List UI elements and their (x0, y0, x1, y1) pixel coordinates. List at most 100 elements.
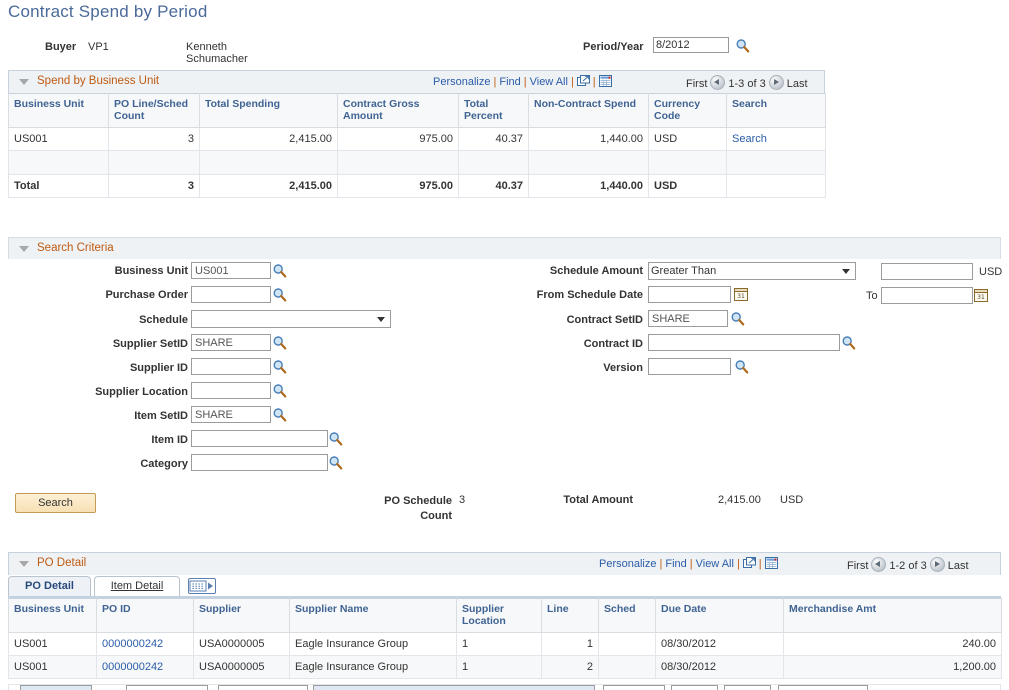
from-schedule-date-input[interactable] (648, 286, 731, 303)
schedule-select-wrap (191, 310, 391, 328)
item-setid-lookup-icon[interactable] (272, 407, 287, 422)
schedule-amount-operator-select[interactable]: Greater Than (648, 262, 856, 280)
new-window-icon[interactable] (743, 557, 756, 568)
po-detail-table: Business Unit PO ID Supplier Supplier Na… (8, 598, 1002, 679)
supplier-setid-lookup-icon[interactable] (272, 335, 287, 350)
contract-spend-by-period-page: Contract Spend by Period Buyer VP1 Kenne… (0, 0, 1009, 690)
grid-icon[interactable] (765, 557, 778, 569)
triangle-down-icon[interactable] (19, 561, 29, 567)
contract-id-lookup-icon[interactable] (841, 335, 856, 350)
cell-currency-code: USD (649, 127, 727, 150)
partial-row-field[interactable] (778, 685, 868, 690)
page-title: Contract Spend by Period (8, 2, 207, 22)
new-window-icon[interactable] (577, 75, 590, 86)
purchase-order-input[interactable] (191, 286, 271, 303)
view-all-link[interactable]: View All (696, 558, 734, 570)
personalize-link[interactable]: Personalize (599, 558, 656, 570)
grid-icon[interactable] (599, 75, 612, 87)
cell-supplier-name: Eagle Insurance Group (290, 655, 457, 678)
supplier-id-lookup-icon[interactable] (272, 359, 287, 374)
show-all-columns-icon[interactable] (188, 578, 216, 594)
buyer-name-value: Kenneth Schumacher (186, 41, 248, 65)
last-label[interactable]: Last (787, 78, 808, 90)
calendar-icon[interactable]: 31 (734, 287, 748, 301)
triangle-down-icon[interactable] (19, 246, 29, 252)
table-header-row: Business Unit PO Line/Sched Count Total … (9, 94, 826, 128)
last-label[interactable]: Last (948, 560, 969, 572)
arrow-left-icon[interactable] (871, 557, 886, 572)
contract-id-label: Contract ID (468, 338, 643, 350)
search-button[interactable]: Search (15, 493, 96, 513)
cell-po-id[interactable]: 0000000242 (97, 632, 194, 655)
item-setid-input[interactable] (191, 406, 271, 423)
from-schedule-date-label: From Schedule Date (448, 289, 643, 301)
total-po-line-sched-count: 3 (109, 174, 200, 197)
first-label[interactable]: First (847, 560, 868, 572)
partial-row-field[interactable] (218, 685, 308, 690)
tab-item-detail[interactable]: Item Detail (94, 576, 180, 596)
contract-setid-input[interactable] (648, 310, 728, 327)
po-id-link[interactable]: 0000000242 (102, 661, 163, 673)
item-id-lookup-icon[interactable] (328, 431, 343, 446)
supplier-id-input[interactable] (191, 358, 271, 375)
supplier-location-input[interactable] (191, 382, 271, 399)
spend-by-bu-title: Spend by Business Unit (37, 75, 159, 87)
business-unit-input[interactable] (191, 262, 271, 279)
triangle-down-icon[interactable] (19, 79, 29, 85)
partial-row-field[interactable] (724, 685, 771, 690)
cell-due-date: 08/30/2012 (656, 632, 784, 655)
contract-id-input[interactable] (648, 334, 840, 351)
partial-row-field[interactable] (126, 685, 208, 690)
tab-po-detail[interactable]: PO Detail (8, 576, 91, 596)
cell-sched (599, 655, 656, 678)
partial-row-field[interactable] (20, 685, 92, 690)
col-business-unit: Business Unit (9, 94, 109, 128)
version-input[interactable] (648, 358, 731, 375)
business-unit-lookup-icon[interactable] (272, 263, 287, 278)
period-year-lookup-icon[interactable] (735, 38, 750, 53)
cell-business-unit: US001 (9, 632, 97, 655)
po-detail-header: PO Detail Personalize|Find|View All|| Fi… (8, 552, 1001, 575)
col-search: Search (727, 94, 826, 128)
view-all-link[interactable]: View All (530, 76, 568, 88)
cell-business-unit: US001 (9, 127, 109, 150)
find-link[interactable]: Find (665, 558, 686, 570)
total-total-percent: 40.37 (459, 174, 529, 197)
supplier-setid-input[interactable] (191, 334, 271, 351)
cell-po-id[interactable]: 0000000242 (97, 655, 194, 678)
category-input[interactable] (191, 454, 328, 471)
partial-row-field[interactable] (603, 685, 665, 690)
row-search-link[interactable]: Search (732, 133, 767, 145)
calendar-icon[interactable]: 31 (974, 288, 988, 302)
po-detail-panel: PO Detail Personalize|Find|View All|| Fi… (8, 552, 1001, 575)
personalize-link[interactable]: Personalize (433, 76, 490, 88)
partial-row-field[interactable] (313, 685, 595, 690)
total-amount-label: Total Amount (525, 494, 633, 506)
col-due-date: Due Date (656, 599, 784, 633)
period-year-label: Period/Year (583, 41, 644, 53)
cell-search-link[interactable]: Search (727, 127, 826, 150)
schedule-amount-input[interactable] (881, 263, 973, 280)
to-schedule-date-input[interactable] (881, 287, 973, 304)
first-label[interactable]: First (686, 78, 707, 90)
supplier-id-label: Supplier ID (28, 362, 188, 374)
version-lookup-icon[interactable] (734, 359, 749, 374)
cell-contract-gross-amount: 975.00 (338, 127, 459, 150)
col-supplier-name: Supplier Name (290, 599, 457, 633)
contract-setid-lookup-icon[interactable] (730, 311, 745, 326)
supplier-location-lookup-icon[interactable] (272, 383, 287, 398)
schedule-amount-label: Schedule Amount (468, 265, 643, 277)
partial-row-field[interactable] (671, 685, 718, 690)
item-id-input[interactable] (191, 430, 328, 447)
total-business-unit: Total (9, 174, 109, 197)
arrow-right-icon[interactable] (930, 557, 945, 572)
spend-by-bu-table: Business Unit PO Line/Sched Count Total … (8, 93, 826, 198)
schedule-select[interactable] (191, 310, 391, 328)
po-id-link[interactable]: 0000000242 (102, 638, 163, 650)
arrow-left-icon[interactable] (710, 75, 725, 90)
purchase-order-lookup-icon[interactable] (272, 287, 287, 302)
arrow-right-icon[interactable] (769, 75, 784, 90)
find-link[interactable]: Find (499, 76, 520, 88)
period-year-input[interactable] (653, 37, 729, 53)
category-lookup-icon[interactable] (328, 455, 343, 470)
